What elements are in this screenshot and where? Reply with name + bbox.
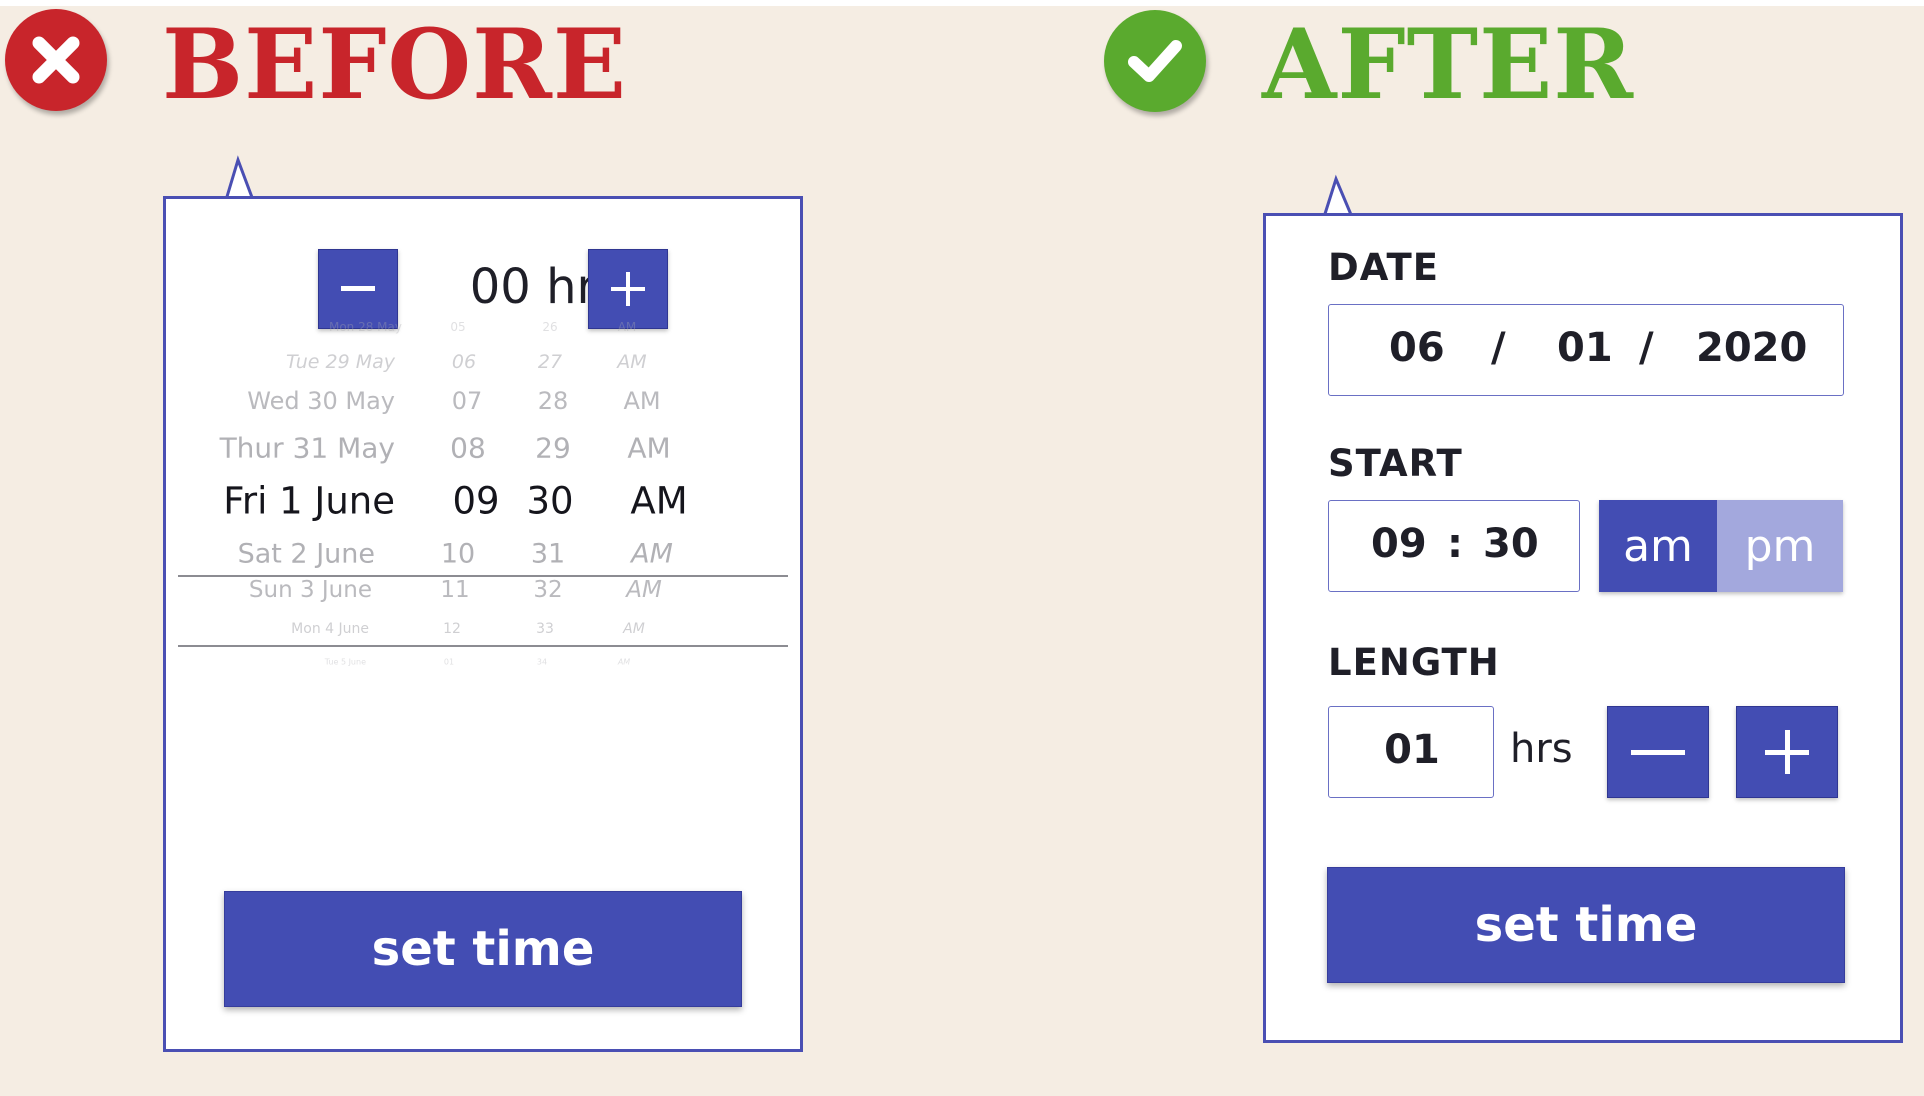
date-day[interactable]: 01 [1557, 325, 1613, 371]
after-set-time-button[interactable]: set time [1327, 867, 1845, 983]
plus-icon [1765, 730, 1809, 774]
length-value[interactable]: 01 [1329, 727, 1495, 773]
wheel-hour-cell[interactable]: 10 [441, 539, 475, 570]
wheel-hour-cell[interactable]: 08 [450, 432, 486, 465]
pm-option[interactable]: pm [1717, 500, 1843, 592]
wheel-date-cell[interactable]: Tue 5 June [325, 658, 366, 667]
wheel-date-cell[interactable]: Tue 29 May [286, 351, 395, 373]
wheel-minute-cell[interactable]: 31 [531, 539, 565, 570]
length-field[interactable]: 01 [1328, 706, 1494, 798]
wheel-period-cell[interactable]: AM [631, 539, 673, 570]
wheel-hour-cell[interactable]: 09 [452, 480, 499, 523]
wheel-minute-cell[interactable]: 27 [538, 351, 562, 373]
date-field[interactable]: 06 / 01 / 2020 [1328, 304, 1844, 396]
wheel-date-cell[interactable]: Wed 30 May [247, 387, 395, 415]
after-badge [1104, 10, 1206, 112]
comparison-canvas: BEFORE 00 hr Mon 28 May 05 26 AM Tue 29 May 0… [0, 0, 1924, 1096]
wheel-minute-cell[interactable]: 32 [533, 577, 562, 603]
date-separator-2: / [1639, 325, 1654, 371]
wheel-hour-cell[interactable]: 05 [450, 320, 465, 334]
wheel-date-cell[interactable]: Mon 28 May [329, 320, 402, 334]
wheel-date-cell[interactable]: Fri 1 June [223, 480, 395, 523]
am-pm-toggle[interactable]: am pm [1599, 500, 1843, 592]
minus-icon [1631, 750, 1685, 755]
length-unit: hrs [1510, 726, 1573, 772]
after-panel: DATE 06 / 01 / 2020 START 09 : 30 am pm … [1263, 213, 1903, 1043]
wheel-date-cell[interactable]: Mon 4 June [291, 621, 369, 637]
start-label: START [1328, 442, 1463, 485]
wheel-hour-cell[interactable]: 01 [444, 658, 454, 667]
wheel-date-cell[interactable]: Thur 31 May [220, 432, 395, 465]
before-heading: BEFORE [162, 8, 628, 121]
after-heading: AFTER [1262, 8, 1635, 121]
date-year[interactable]: 2020 [1696, 325, 1807, 371]
date-label: DATE [1328, 246, 1439, 289]
length-increment-button[interactable] [1736, 706, 1838, 798]
wheel-minute-cell[interactable]: 33 [536, 621, 554, 637]
start-hour[interactable]: 09 [1371, 521, 1427, 567]
wheel-date-cell[interactable]: Sun 3 June [249, 577, 372, 603]
wheel-period-cell[interactable]: AM [630, 480, 687, 523]
wheel-period-cell[interactable]: AM [626, 577, 662, 603]
wheel-period-cell[interactable]: AM [627, 432, 670, 465]
before-badge [5, 9, 107, 111]
check-icon [1128, 40, 1182, 82]
wheel-selection-bottom-line [178, 645, 788, 647]
wheel-hour-cell[interactable]: 12 [443, 621, 461, 637]
wheel-minute-cell[interactable]: 28 [538, 387, 569, 415]
wheel-period-cell[interactable]: AM [617, 351, 646, 373]
length-decrement-button[interactable] [1607, 706, 1709, 798]
wheel-minute-cell[interactable]: 30 [526, 480, 573, 523]
wheel-minute-cell[interactable]: 29 [535, 432, 571, 465]
wheel-period-cell[interactable]: AM [623, 621, 645, 637]
before-panel: 00 hr Mon 28 May 05 26 AM Tue 29 May 06 27 AM We… [163, 196, 803, 1052]
wheel-minute-cell[interactable]: 26 [542, 320, 557, 334]
am-option[interactable]: am [1599, 500, 1717, 592]
start-time-field[interactable]: 09 : 30 [1328, 500, 1580, 592]
date-separator-1: / [1491, 325, 1506, 371]
wheel-hour-cell[interactable]: 06 [452, 351, 476, 373]
wheel-minute-cell[interactable]: 34 [537, 658, 547, 667]
start-colon: : [1447, 521, 1463, 567]
x-icon [32, 36, 80, 84]
wheel-period-cell[interactable]: AM [618, 320, 637, 334]
date-month[interactable]: 06 [1389, 325, 1445, 371]
length-label: LENGTH [1328, 641, 1500, 684]
wheel-hour-cell[interactable]: 11 [440, 577, 469, 603]
start-minute[interactable]: 30 [1483, 521, 1539, 567]
wheel-date-cell[interactable]: Sat 2 June [238, 539, 375, 570]
before-set-time-button[interactable]: set time [224, 891, 742, 1007]
wheel-hour-cell[interactable]: 07 [452, 387, 483, 415]
wheel-period-cell[interactable]: AM [623, 387, 660, 415]
wheel-period-cell[interactable]: AM [618, 658, 630, 667]
